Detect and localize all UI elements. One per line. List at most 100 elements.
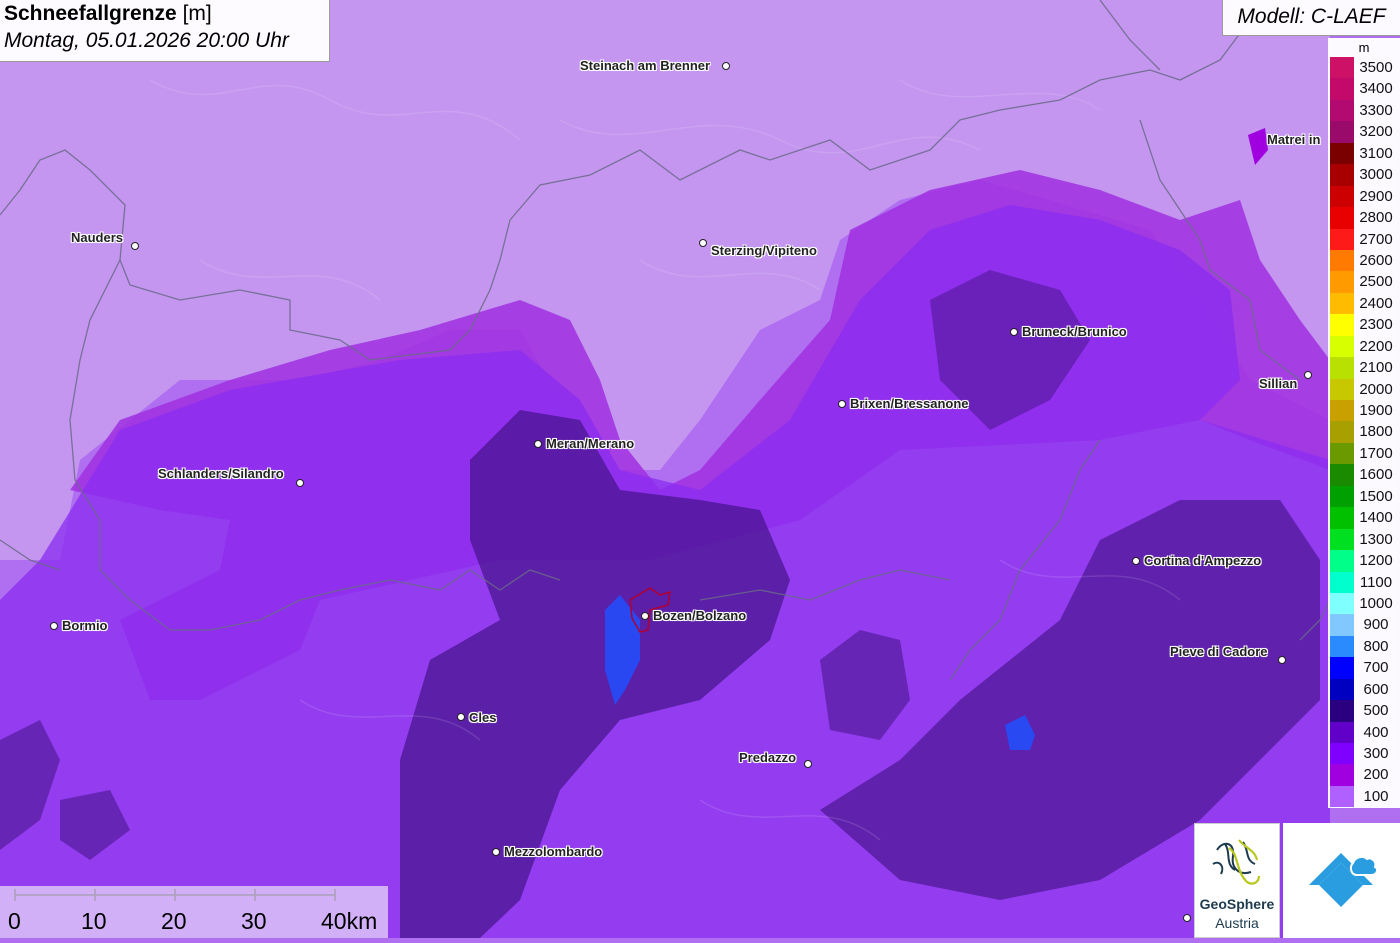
legend-unit: m (1358, 40, 1370, 55)
legend-swatch (1330, 271, 1354, 293)
title-main: Schneefallgrenze (4, 2, 177, 25)
legend-row: 2000 (1328, 378, 1400, 400)
city-dot (1183, 914, 1191, 922)
legend-label: 500 (1363, 702, 1389, 720)
legend-label: 2700 (1359, 230, 1393, 248)
scalebar: 0 10 20 30 40km (0, 886, 388, 938)
legend-label: 1200 (1359, 552, 1393, 570)
legend-label: 1300 (1359, 530, 1393, 548)
legend-swatch (1330, 657, 1354, 679)
city-label: Pieve di Cadore (1170, 644, 1268, 659)
legend-swatch (1330, 99, 1354, 122)
legend-swatch (1330, 592, 1354, 615)
legend-label: 2900 (1359, 187, 1393, 205)
legend-label: 2000 (1359, 380, 1393, 398)
legend-row: 500 (1328, 700, 1400, 722)
city-label: Predazzo (739, 750, 797, 765)
city-dot (50, 622, 58, 630)
legend-label: 2200 (1359, 337, 1393, 355)
legend-label: 3000 (1359, 166, 1393, 184)
legend-swatch (1330, 571, 1354, 593)
geosphere-icon (1212, 839, 1261, 885)
city-dot (296, 479, 304, 487)
map-datetime: Montag, 05.01.2026 20:00 Uhr (4, 29, 289, 52)
legend-row: 3200 (1328, 121, 1400, 143)
legend-row: 1800 (1328, 421, 1400, 443)
legend-row: 3100 (1328, 142, 1400, 165)
scale-label-10: 10 (81, 908, 107, 934)
legend-row: 400 (1328, 721, 1400, 743)
legend-label: 2500 (1359, 273, 1393, 291)
legend-label: 1500 (1359, 487, 1393, 505)
legend-row: 2200 (1328, 335, 1400, 358)
legend-swatch (1330, 614, 1354, 636)
legend-row: 2800 (1328, 207, 1400, 229)
legend-swatch (1330, 142, 1354, 165)
legend-label: 700 (1363, 659, 1389, 677)
city-dot (641, 612, 649, 620)
legend-swatch (1330, 335, 1354, 358)
legend-row: 600 (1328, 678, 1400, 701)
legend-swatch (1330, 721, 1354, 743)
legend-row: 3000 (1328, 164, 1400, 186)
house-arrow-icon (1309, 853, 1379, 907)
title-unit: [m] (182, 2, 212, 25)
legend-row: 1400 (1328, 507, 1400, 529)
legend-row: 3500 (1328, 57, 1400, 79)
legend-label: 1800 (1359, 423, 1393, 441)
legend-label: 200 (1363, 766, 1389, 784)
city-label: Steinach am Brenner (580, 58, 711, 73)
city-dot (1304, 371, 1312, 379)
legend-row: 1100 (1328, 571, 1400, 593)
legend-label: 800 (1363, 637, 1389, 655)
legend-swatch (1330, 185, 1354, 208)
city-label: Cles (469, 710, 497, 725)
city-dot (1278, 656, 1286, 664)
legend-label: 1000 (1359, 594, 1393, 612)
legend-swatch (1330, 400, 1354, 422)
partner-logo[interactable] (1283, 823, 1400, 938)
color-legend: m 3500 3400 3300 3200 3100 3000 2900 2800 2700 26… (1328, 38, 1400, 808)
legend-swatch (1330, 764, 1354, 786)
city-label: Bruneck/Brunico (1022, 324, 1127, 339)
city-dot (804, 760, 812, 768)
geosphere-logo[interactable]: GeoSphere Austria (1194, 823, 1280, 938)
scale-label-20: 20 (161, 908, 187, 934)
legend-row: 1600 (1328, 464, 1400, 486)
legend-label: 1700 (1359, 444, 1393, 462)
legend-label: 3400 (1359, 80, 1393, 98)
legend-label: 900 (1363, 616, 1389, 634)
legend-swatch (1330, 228, 1354, 250)
legend-row: 700 (1328, 657, 1400, 679)
legend-label: 100 (1363, 787, 1389, 805)
legend-swatch (1330, 207, 1354, 229)
legend-row: 1200 (1328, 550, 1400, 572)
legend-label: 1600 (1359, 466, 1393, 484)
legend-swatch (1330, 249, 1354, 272)
legend-swatch (1330, 528, 1354, 551)
legend-row: 1900 (1328, 400, 1400, 422)
city-dot (131, 242, 139, 250)
legend-row: 300 (1328, 743, 1400, 765)
city-dot (722, 62, 730, 70)
legend-row: 1300 (1328, 528, 1400, 551)
legend-label: 2800 (1359, 209, 1393, 227)
legend-swatch (1330, 357, 1354, 379)
legend-swatch (1330, 121, 1354, 143)
title-box: Schneefallgrenze [m] Montag, 05.01.2026 … (0, 0, 330, 62)
legend-swatch (1330, 785, 1354, 808)
legend-swatch (1330, 485, 1354, 508)
legend-swatch (1330, 700, 1354, 722)
scale-label-0: 0 (8, 908, 21, 934)
legend-swatch (1330, 421, 1354, 443)
legend-row: 2900 (1328, 185, 1400, 208)
city-dot (457, 713, 465, 721)
scale-label-40km: 40km (321, 908, 378, 934)
city-dot (1132, 557, 1140, 565)
legend-label: 2400 (1359, 294, 1393, 312)
legend-swatch (1330, 314, 1354, 336)
legend-label: 2600 (1359, 251, 1393, 269)
legend-label: 2300 (1359, 316, 1393, 334)
legend-row: 800 (1328, 635, 1400, 658)
legend-swatch (1330, 78, 1354, 100)
